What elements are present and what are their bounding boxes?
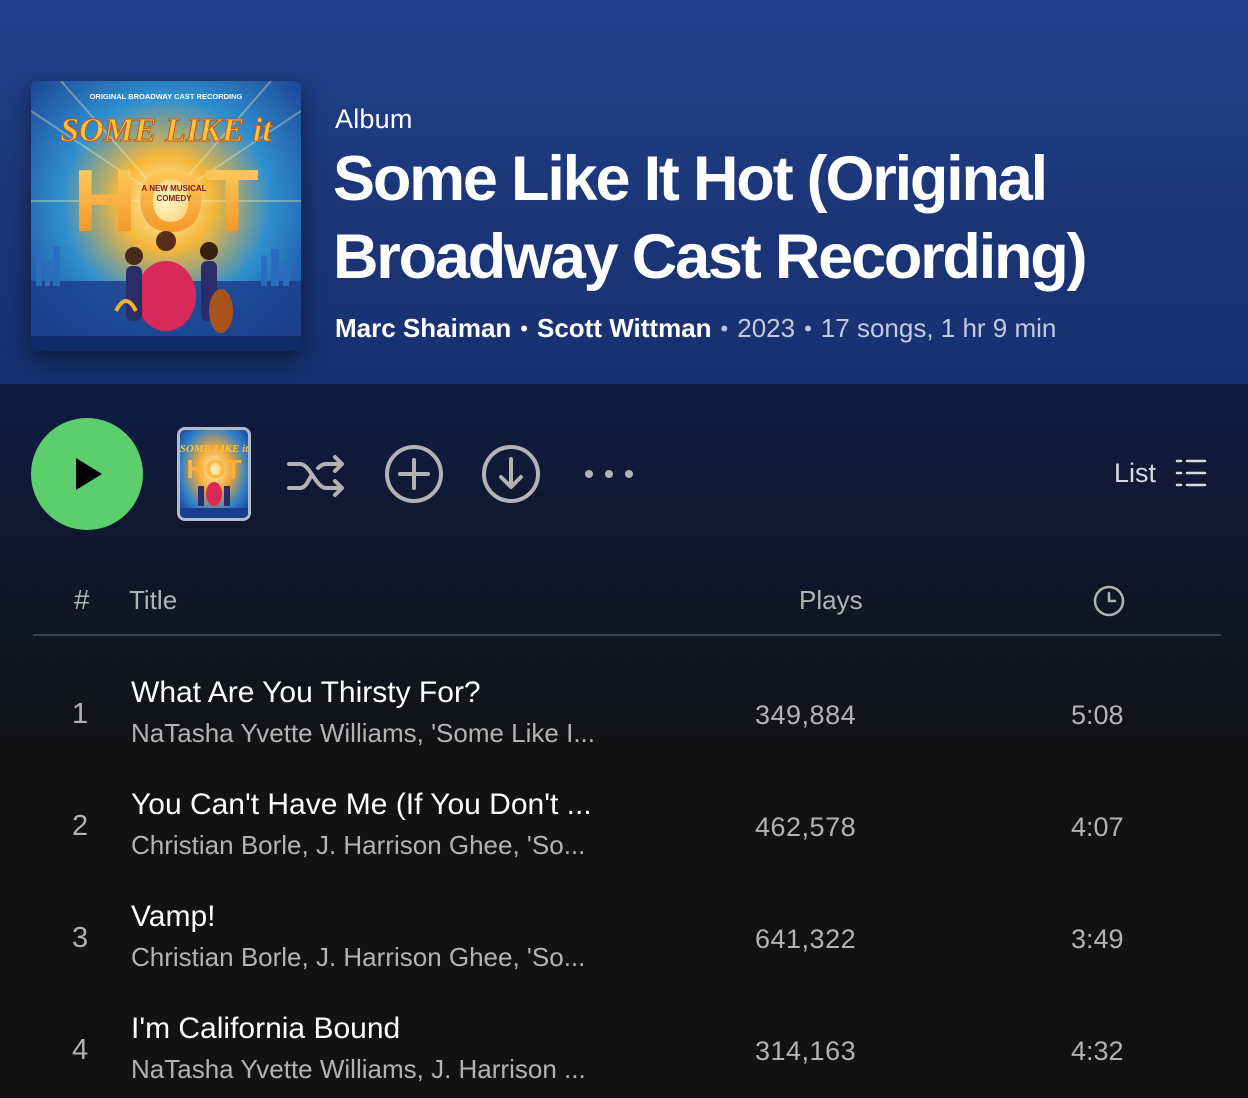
play-icon xyxy=(76,458,102,490)
track-row[interactable]: 3 Vamp! Christian Borle, J. Harrison Ghe… xyxy=(0,900,1248,1012)
track-artists[interactable]: Christian Borle, J. Harrison Ghee, 'So..… xyxy=(131,942,585,973)
action-bar: SOME LIKE it HOT List xyxy=(0,410,1248,540)
track-artists[interactable]: Christian Borle, J. Harrison Ghee, 'So..… xyxy=(131,830,585,861)
meta-separator: • xyxy=(804,315,812,341)
track-duration: 3:49 xyxy=(1071,924,1124,954)
clock-icon xyxy=(1093,585,1125,617)
play-button[interactable] xyxy=(31,418,143,530)
more-icon xyxy=(585,470,633,478)
track-row[interactable]: 1 What Are You Thirsty For? NaTasha Yvet… xyxy=(0,676,1248,788)
track-artists[interactable]: NaTasha Yvette Williams, J. Harrison ... xyxy=(131,1054,586,1085)
download-button[interactable] xyxy=(480,445,542,507)
album-header: ORIGINAL BROADWAY CAST RECORDING SOME LI… xyxy=(0,0,1248,384)
track-title[interactable]: You Can't Have Me (If You Don't ... xyxy=(131,788,592,822)
meta-separator: • xyxy=(520,315,528,341)
album-year: 2023 xyxy=(737,313,796,343)
cover-tagline1: A NEW MUSICAL xyxy=(141,184,206,193)
add-icon xyxy=(385,445,443,503)
track-title[interactable]: I'm California Bound xyxy=(131,1012,400,1046)
shuffle-icon xyxy=(287,455,344,497)
list-view-button[interactable] xyxy=(1175,458,1207,488)
album-type-label: Album xyxy=(335,104,413,134)
track-number: 2 xyxy=(72,810,89,842)
cover-tagline2: COMEDY xyxy=(156,194,192,203)
add-to-library-button[interactable] xyxy=(383,445,445,507)
column-title-header: Title xyxy=(129,585,178,615)
album-summary: 17 songs, 1 hr 9 min xyxy=(820,313,1057,343)
thumb-line2: HOT xyxy=(187,454,242,484)
album-thumbnail-button[interactable]: SOME LIKE it HOT xyxy=(177,427,251,521)
track-plays: 462,578 xyxy=(755,812,857,842)
track-title[interactable]: What Are You Thirsty For? xyxy=(131,676,481,710)
list-view-icon xyxy=(1175,459,1207,487)
column-plays-header: Plays xyxy=(799,585,863,615)
album-title: Some Like It Hot (Original Broadway Cast… xyxy=(333,144,1088,292)
tracklist-divider xyxy=(33,634,1221,636)
track-artists[interactable]: NaTasha Yvette Williams, 'Some Like I... xyxy=(131,718,595,749)
album-cover: ORIGINAL BROADWAY CAST RECORDING SOME LI… xyxy=(31,81,301,351)
shuffle-button[interactable] xyxy=(286,445,348,507)
track-row[interactable]: 2 You Can't Have Me (If You Don't ... Ch… xyxy=(0,788,1248,900)
track-duration: 4:32 xyxy=(1071,1036,1124,1066)
track-duration: 4:07 xyxy=(1071,812,1124,842)
cover-top-text: ORIGINAL BROADWAY CAST RECORDING xyxy=(90,92,243,101)
track-number: 3 xyxy=(72,922,89,954)
artist-link-2[interactable]: Scott Wittman xyxy=(537,313,712,344)
track-duration: 5:08 xyxy=(1071,700,1124,730)
cover-line1: SOME LIKE it xyxy=(60,112,273,149)
track-number: 1 xyxy=(72,698,89,730)
artist-link-1[interactable]: Marc Shaiman xyxy=(335,313,511,344)
track-row[interactable]: 4 I'm California Bound NaTasha Yvette Wi… xyxy=(0,1012,1248,1098)
album-meta: Marc Shaiman • Scott Wittman • 2023 • 17… xyxy=(335,313,1056,344)
track-title[interactable]: Vamp! xyxy=(131,900,215,934)
tracklist-header: # Title Plays xyxy=(0,580,1248,636)
more-options-button[interactable] xyxy=(580,446,642,508)
track-plays: 314,163 xyxy=(755,1036,857,1066)
download-icon xyxy=(482,445,540,503)
meta-separator: • xyxy=(720,315,729,341)
track-plays: 349,884 xyxy=(755,700,857,730)
column-number-header: # xyxy=(74,584,90,615)
view-mode-label[interactable]: List xyxy=(1114,458,1156,489)
track-number: 4 xyxy=(72,1034,89,1066)
track-plays: 641,322 xyxy=(755,924,857,954)
